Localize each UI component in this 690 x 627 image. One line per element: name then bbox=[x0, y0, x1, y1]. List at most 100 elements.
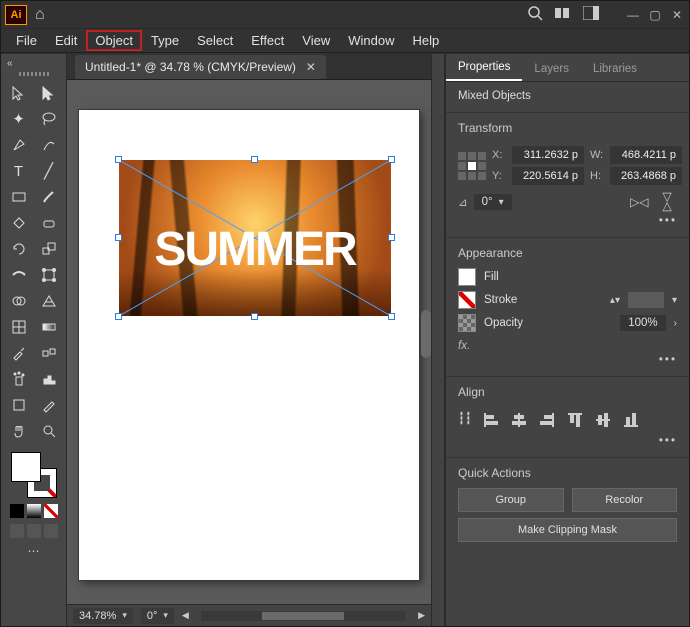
document-tab[interactable]: Untitled-1* @ 34.78 % (CMYK/Preview) ✕ bbox=[75, 55, 326, 79]
group-button[interactable]: Group bbox=[458, 488, 564, 512]
magic-wand-tool[interactable]: ✦ bbox=[6, 108, 32, 130]
tool-collapse-icon[interactable]: « bbox=[1, 58, 66, 69]
zoom-field[interactable]: 34.78%▾ bbox=[73, 608, 133, 624]
opacity-field[interactable]: 100% bbox=[620, 315, 665, 331]
close-tab-icon[interactable]: ✕ bbox=[306, 60, 316, 74]
x-field[interactable]: 311.2632 p bbox=[512, 146, 584, 164]
close-button[interactable]: ✕ bbox=[669, 8, 685, 22]
recolor-button[interactable]: Recolor bbox=[572, 488, 678, 512]
tab-properties[interactable]: Properties bbox=[446, 55, 522, 81]
menu-effect[interactable]: Effect bbox=[242, 30, 293, 51]
horizontal-scrollbar[interactable] bbox=[201, 611, 406, 621]
align-more-icon[interactable]: ••• bbox=[458, 433, 677, 447]
draw-behind-icon[interactable] bbox=[27, 524, 41, 538]
curvature-tool[interactable] bbox=[36, 134, 62, 156]
align-top-icon[interactable] bbox=[566, 411, 584, 429]
y-field[interactable]: 220.5614 p bbox=[512, 167, 584, 185]
workspace-icon[interactable] bbox=[583, 6, 599, 23]
panel-collapse-strip[interactable] bbox=[431, 54, 445, 626]
menu-file[interactable]: File bbox=[7, 30, 46, 51]
handle-ne[interactable] bbox=[388, 156, 395, 163]
menu-view[interactable]: View bbox=[293, 30, 339, 51]
text-object[interactable]: SUMMER bbox=[119, 222, 391, 277]
hand-tool[interactable] bbox=[6, 420, 32, 442]
handle-se[interactable] bbox=[388, 313, 395, 320]
slice-tool[interactable] bbox=[36, 394, 62, 416]
w-field[interactable]: 468.4211 p bbox=[610, 146, 682, 164]
handle-nw[interactable] bbox=[115, 156, 122, 163]
perspective-tool[interactable] bbox=[36, 290, 62, 312]
flip-horizontal-icon[interactable]: ▷◁ bbox=[630, 195, 648, 209]
rotate-tool[interactable] bbox=[6, 238, 32, 260]
paintbrush-tool[interactable] bbox=[36, 186, 62, 208]
draw-inside-icon[interactable] bbox=[44, 524, 58, 538]
arrange-icon[interactable] bbox=[555, 6, 571, 23]
color-mode-icon[interactable] bbox=[10, 504, 24, 518]
minimize-button[interactable]: — bbox=[625, 8, 641, 22]
opacity-more-icon[interactable]: › bbox=[674, 318, 677, 329]
transform-more-icon[interactable]: ••• bbox=[458, 213, 677, 227]
handle-e[interactable] bbox=[388, 234, 395, 241]
make-clipping-mask-button[interactable]: Make Clipping Mask bbox=[458, 518, 677, 542]
handle-n[interactable] bbox=[251, 156, 258, 163]
align-to-icon[interactable]: ┇┇ bbox=[458, 411, 472, 429]
gradient-tool[interactable] bbox=[36, 316, 62, 338]
stroke-profile-dropdown[interactable] bbox=[628, 292, 664, 308]
vertical-scrollbar[interactable] bbox=[421, 310, 431, 358]
free-transform-tool[interactable] bbox=[36, 264, 62, 286]
lasso-tool[interactable] bbox=[36, 108, 62, 130]
shape-builder-tool[interactable] bbox=[6, 290, 32, 312]
maximize-button[interactable]: ▢ bbox=[647, 8, 663, 22]
menu-window[interactable]: Window bbox=[339, 30, 403, 51]
handle-w[interactable] bbox=[115, 234, 122, 241]
draw-normal-icon[interactable] bbox=[10, 524, 24, 538]
graph-tool[interactable] bbox=[36, 368, 62, 390]
mesh-tool[interactable] bbox=[6, 316, 32, 338]
selection-bounds[interactable]: SUMMER bbox=[119, 160, 391, 316]
blend-tool[interactable] bbox=[36, 342, 62, 364]
align-vcenter-icon[interactable] bbox=[594, 411, 612, 429]
artboard-tool[interactable] bbox=[6, 394, 32, 416]
scale-tool[interactable] bbox=[36, 238, 62, 260]
home-icon[interactable]: ⌂ bbox=[35, 6, 45, 24]
menu-type[interactable]: Type bbox=[142, 30, 188, 51]
artboard-nav-next-icon[interactable]: ▶ bbox=[418, 610, 425, 621]
direct-selection-tool[interactable] bbox=[36, 82, 62, 104]
menu-object[interactable]: Object bbox=[86, 30, 142, 51]
align-right-icon[interactable] bbox=[538, 411, 556, 429]
align-hcenter-icon[interactable] bbox=[510, 411, 528, 429]
appearance-more-icon[interactable]: ••• bbox=[458, 352, 677, 366]
tab-layers[interactable]: Layers bbox=[522, 57, 581, 81]
align-bottom-icon[interactable] bbox=[622, 411, 640, 429]
eraser-tool[interactable] bbox=[36, 212, 62, 234]
fill-stroke-swatch[interactable] bbox=[11, 452, 57, 498]
rotate-field[interactable]: 0°▾ bbox=[474, 194, 512, 210]
menu-edit[interactable]: Edit bbox=[46, 30, 86, 51]
rectangle-tool[interactable] bbox=[6, 186, 32, 208]
type-tool[interactable]: T bbox=[6, 160, 32, 182]
handle-sw[interactable] bbox=[115, 313, 122, 320]
fx-label[interactable]: fx. bbox=[458, 340, 677, 352]
artboard-nav-prev-icon[interactable]: ◀ bbox=[182, 610, 189, 621]
shaper-tool[interactable] bbox=[6, 212, 32, 234]
pen-tool[interactable] bbox=[6, 134, 32, 156]
none-mode-icon[interactable] bbox=[44, 504, 58, 518]
menu-help[interactable]: Help bbox=[403, 30, 448, 51]
tool-options-icon[interactable]: ⋯ bbox=[28, 544, 40, 558]
selection-tool[interactable] bbox=[6, 82, 32, 104]
search-icon[interactable] bbox=[527, 5, 543, 24]
panel-grip[interactable] bbox=[19, 72, 49, 76]
stroke-swatch[interactable] bbox=[458, 291, 476, 309]
reference-point-icon[interactable] bbox=[458, 151, 486, 181]
align-left-icon[interactable] bbox=[482, 411, 500, 429]
flip-vertical-icon[interactable]: ▷◁ bbox=[661, 193, 675, 211]
h-field[interactable]: 263.4868 p bbox=[610, 167, 682, 185]
artboard[interactable]: SUMMER bbox=[79, 110, 419, 580]
tab-libraries[interactable]: Libraries bbox=[581, 57, 649, 81]
stroke-weight-stepper[interactable]: ▴▾ bbox=[610, 295, 620, 306]
symbol-sprayer-tool[interactable] bbox=[6, 368, 32, 390]
gradient-mode-icon[interactable] bbox=[27, 504, 41, 518]
fill-swatch[interactable] bbox=[458, 268, 476, 286]
rotate-view-field[interactable]: 0°▾ bbox=[141, 608, 174, 624]
line-tool[interactable]: ╱ bbox=[36, 160, 62, 182]
